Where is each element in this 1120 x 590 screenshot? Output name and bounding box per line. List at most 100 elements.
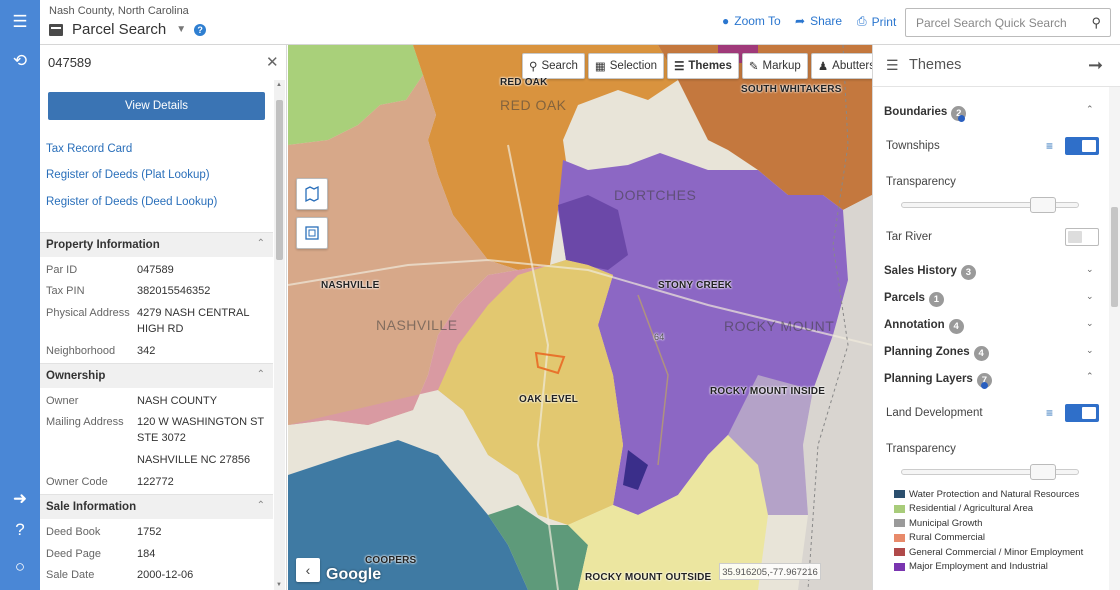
help-icon[interactable]: ? [0, 519, 40, 541]
group-name: Planning Zones [884, 346, 970, 358]
map-search-button[interactable]: ⚲ Search [522, 53, 585, 79]
chevron-down-icon[interactable]: ⌄ [1086, 264, 1094, 275]
slider-knob[interactable] [1030, 464, 1056, 480]
print-label: Print [871, 14, 897, 29]
pencil-icon: ✎ [748, 61, 759, 73]
scroll-up-icon[interactable]: ▲ [276, 82, 282, 88]
count-badge: 1 [928, 292, 944, 307]
tar-river-toggle[interactable] [1065, 228, 1099, 246]
map-selection-label: Selection [609, 60, 658, 72]
map-selection-button[interactable]: ▦ Selection [587, 53, 665, 79]
map-toolbar: ⚲ Search ▦ Selection ☰ Themes ✎ Markup ♟ Abut… [522, 53, 872, 79]
active-dot [958, 115, 965, 122]
land-development-toggle[interactable] [1065, 404, 1099, 422]
townships-toggle[interactable] [1065, 137, 1099, 155]
themes-panel: ☰ Themes ➞ Boundaries 2 ⌃ Townships ≡ Tra… [872, 45, 1120, 590]
search-icon: ⚲ [529, 61, 538, 73]
map-markup-button[interactable]: ✎ Markup [741, 53, 808, 79]
field-value: 4279 NASH CENTRAL HIGH RD [137, 307, 250, 335]
help-circle-icon[interactable]: ? [194, 23, 207, 36]
arrow-right-icon[interactable]: ➞ [1088, 55, 1103, 76]
field-label: Owner Code [46, 476, 108, 488]
map-themes-button[interactable]: ☰ Themes [667, 53, 739, 79]
group-sales-history[interactable]: Sales History 3 [884, 264, 976, 280]
search-icon[interactable]: ⚲ [1091, 15, 1101, 31]
field-value: NASH COUNTY [137, 395, 218, 407]
close-icon[interactable]: ✕ [266, 53, 279, 71]
tax-record-link[interactable]: Tax Record Card [46, 143, 132, 155]
slider-knob[interactable] [1030, 197, 1056, 213]
field-label: Sale Date [46, 569, 95, 581]
chevron-down-icon[interactable]: ⌄ [1086, 345, 1094, 356]
map-icon [305, 185, 319, 203]
field-label: Owner [46, 395, 79, 407]
field-value: 184 [137, 548, 156, 560]
group-boundaries[interactable]: Boundaries 2 [884, 105, 967, 121]
history-icon[interactable]: ⟲ [0, 50, 40, 72]
chevron-up-icon[interactable]: ⌃ [1086, 104, 1094, 115]
chevron-down-icon[interactable]: ⌄ [1086, 318, 1094, 329]
collapse-panel-button[interactable]: ‹ [296, 558, 320, 582]
quick-search-input[interactable] [916, 9, 1086, 36]
section-ownership-title: Ownership [46, 370, 106, 382]
print-link[interactable]: ⎙ Print [857, 14, 896, 29]
map-label-red-oak-big: RED OAK [500, 97, 567, 113]
chevron-up-icon[interactable]: ⌃ [1086, 371, 1094, 382]
sliders-icon[interactable]: ≡ [1046, 406, 1053, 420]
caret-down-icon[interactable]: ▼ [176, 24, 186, 35]
section-ownership[interactable]: Ownership ⌃ [40, 363, 273, 388]
field-label: Deed Page [46, 548, 102, 560]
menu-icon[interactable]: ☰ [0, 11, 40, 33]
townships-transparency-slider[interactable] [901, 197, 1079, 213]
themes-scrollbar[interactable] [1109, 87, 1120, 590]
legend-item: Residential / Agricultural Area [894, 502, 1104, 517]
map-label-oak-level: OAK LEVEL [519, 394, 579, 405]
share-link[interactable]: ➦ Share [795, 14, 842, 28]
map-label-red-oak: RED OAK [500, 77, 548, 88]
legend-label: Municipal Growth [909, 517, 983, 529]
legend-swatch [894, 562, 905, 571]
scroll-down-icon[interactable]: ▼ [276, 582, 282, 588]
scroll-thumb[interactable] [1111, 207, 1118, 307]
legend-label: General Commercial / Minor Employment [909, 546, 1084, 558]
chevron-down-icon[interactable]: ⌄ [1086, 291, 1094, 302]
group-planning-layers[interactable]: Planning Layers 7 [884, 372, 992, 388]
deed-lookup-link[interactable]: Register of Deeds (Deed Lookup) [46, 196, 217, 208]
map-label-rocky-mount-inside: ROCKY MOUNT INSIDE [710, 386, 826, 397]
field-label: Physical Address [46, 307, 130, 319]
panel-scrollbar[interactable]: ▲ ▼ [274, 80, 285, 590]
app-title[interactable]: Parcel Search ▼ ? [49, 21, 207, 38]
land-development-transparency-slider[interactable] [901, 464, 1079, 480]
group-name: Sales History [884, 265, 957, 277]
map-label-rocky-mount-outside: ROCKY MOUNT OUTSIDE [585, 572, 712, 583]
zoom-to-link[interactable]: ● Zoom To [722, 14, 781, 28]
extent-icon [305, 226, 319, 240]
map-view[interactable]: ⚲ Search ▦ Selection ☰ Themes ✎ Markup ♟ Abut… [288, 45, 872, 590]
map-abutters-label: Abutters [832, 60, 872, 72]
map-label-stony-creek: STONY CREEK [658, 280, 733, 291]
login-icon[interactable]: ➜ [0, 488, 40, 510]
group-annotation[interactable]: Annotation 4 [884, 318, 964, 334]
transparency-label: Transparency [886, 176, 956, 188]
group-parcels[interactable]: Parcels 1 [884, 291, 944, 307]
group-planning-zones[interactable]: Planning Zones 4 [884, 345, 989, 361]
view-details-button[interactable]: View Details [48, 92, 265, 120]
map-abutters-button[interactable]: ♟ Abutters [810, 53, 872, 79]
map-label-coopers: COOPERS [365, 555, 417, 566]
chat-icon[interactable]: ○ [0, 556, 40, 578]
sliders-icon[interactable]: ≡ [1046, 139, 1053, 153]
plat-lookup-link[interactable]: Register of Deeds (Plat Lookup) [46, 169, 210, 181]
parcel-id-title: 047589 [48, 55, 92, 70]
section-property[interactable]: Property Information ⌃ [40, 232, 273, 257]
legend-label: Water Protection and Natural Resources [909, 488, 1080, 500]
map-themes-label: Themes [688, 60, 732, 72]
scroll-thumb[interactable] [276, 100, 283, 260]
group-name: Boundaries [884, 106, 948, 118]
section-sale[interactable]: Sale Information ⌃ [40, 494, 273, 519]
basemap-button[interactable] [296, 178, 328, 210]
zoom-extent-button[interactable] [296, 217, 328, 249]
chevron-left-icon: ‹ [305, 562, 311, 578]
map-marker-icon: ● [722, 14, 730, 28]
transparency-label: Transparency [886, 443, 956, 455]
layer-townships: Townships [886, 140, 940, 152]
